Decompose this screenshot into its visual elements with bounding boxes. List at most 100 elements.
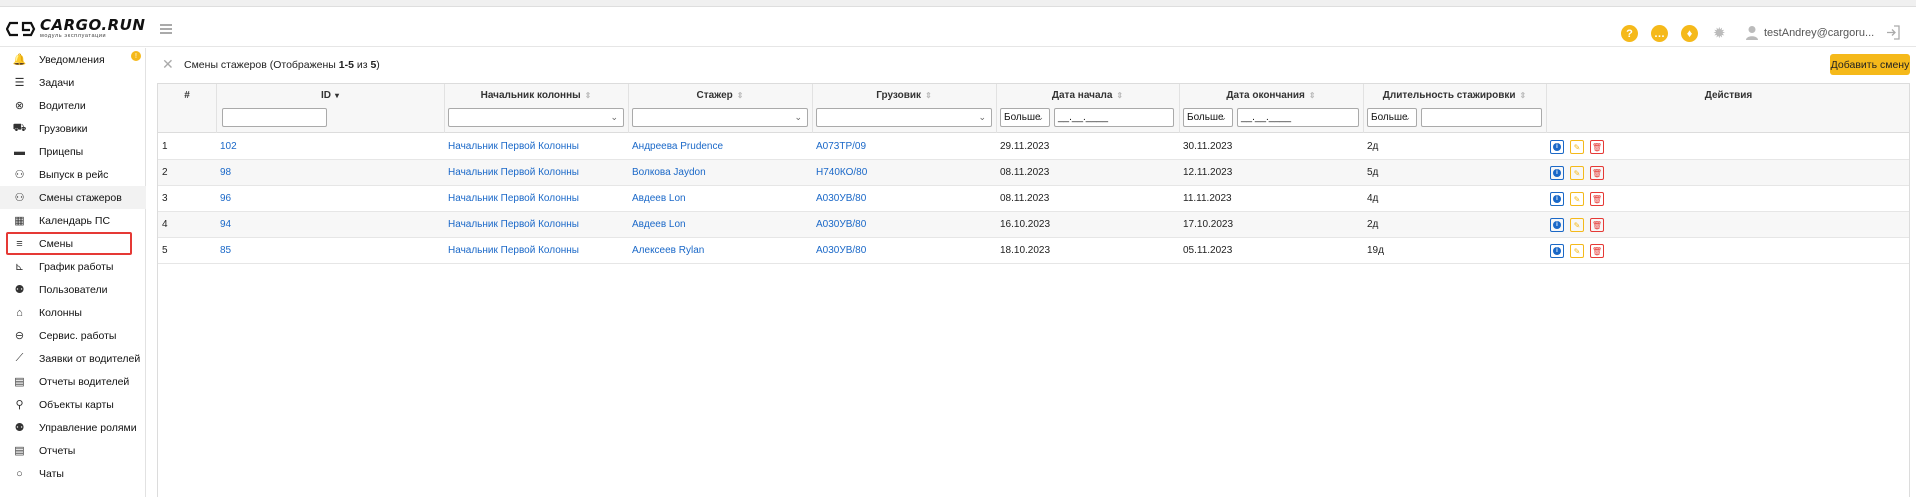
column-header[interactable]: ID ▾ [216, 90, 444, 101]
sort-desc-icon[interactable]: ▾ [335, 91, 339, 100]
sidebar-item-16[interactable]: ⚲ Объекты карты [0, 393, 146, 416]
cell-truck[interactable]: А030УВ/80 [816, 245, 866, 256]
cell-id[interactable]: 85 [220, 245, 231, 256]
cell-trainee[interactable]: Авдеев Lon [632, 219, 686, 230]
sidebar-item-6[interactable]: ⚇ Выпуск в рейс [0, 163, 146, 186]
cell-chief[interactable]: Начальник Первой Колонны [448, 167, 579, 178]
sidebar-item-19[interactable]: ○ Чаты [0, 462, 146, 485]
cell-trainee[interactable]: Алексеев Rylan [632, 245, 704, 256]
info-icon[interactable]: i [1550, 166, 1564, 180]
logo[interactable]: CARGO.RUN модуль эксплуатации [6, 18, 145, 40]
sidebar-item-13[interactable]: ⊖ Сервис. работы [0, 324, 146, 347]
menu-toggle-icon[interactable] [160, 24, 172, 34]
info-icon[interactable]: i [1550, 244, 1564, 258]
edit-icon[interactable]: ✎ [1570, 244, 1584, 258]
column-header[interactable]: Грузовик ⇕ [812, 90, 996, 101]
end-date-operator-select[interactable]: Больше ⌄ [1183, 108, 1233, 127]
cell-chief[interactable]: Начальник Первой Колонны [448, 141, 579, 152]
column-header[interactable]: Начальник колонны ⇕ [444, 90, 628, 101]
sidebar-item-11[interactable]: ⚉ Пользователи [0, 278, 146, 301]
id-filter-input[interactable] [222, 108, 327, 127]
trash-icon[interactable]: 🗑 [1590, 166, 1604, 180]
trainee-filter-select[interactable]: ⌄ [632, 108, 808, 127]
end-date-filter-input[interactable]: __.__.____ [1237, 108, 1359, 127]
sidebar-item-label: Чаты [39, 467, 64, 480]
roles-icon: ⚉ [14, 422, 25, 434]
truck-filter-select[interactable]: ⌄ [816, 108, 992, 127]
sidebar-item-8[interactable]: ▦ Календарь ПС [0, 209, 146, 232]
sidebar-item-14[interactable]: ⟋ Заявки от водителей [0, 347, 146, 370]
start-date-operator-select[interactable]: Больше ⌄ [1000, 108, 1050, 127]
sort-icon[interactable]: ⇕ [585, 91, 592, 100]
sidebar-item-2[interactable]: ☰ Задачи [0, 71, 146, 94]
duration-operator-select[interactable]: Больше ⌄ [1367, 108, 1417, 127]
sidebar-item-3[interactable]: ⊗ Водители [0, 94, 146, 117]
chat-icon[interactable]: … [1651, 25, 1668, 42]
trash-icon[interactable]: 🗑 [1590, 218, 1604, 232]
sidebar-item-9[interactable]: ≡ Смены [0, 232, 146, 255]
question-icon[interactable]: ? [1621, 25, 1638, 42]
sidebar-item-15[interactable]: ▤ Отчеты водителей [0, 370, 146, 393]
docs-icon: ▤ [14, 376, 25, 388]
gear-icon[interactable]: ✹ [1713, 25, 1726, 42]
sidebar-item-5[interactable]: ▬ Прицепы [0, 140, 146, 163]
column-header[interactable]: Стажер ⇕ [628, 90, 812, 101]
sidebar-item-17[interactable]: ⚉ Управление ролями [0, 416, 146, 439]
user-name[interactable]: testAndrey@cargoru... [1764, 27, 1874, 39]
info-icon[interactable]: i [1550, 192, 1564, 206]
chevron-down-icon: ⌄ [1403, 112, 1411, 122]
sidebar-item-label: Объекты карты [39, 398, 114, 411]
column-header[interactable]: Длительность стажировки ⇕ [1363, 90, 1546, 101]
sort-icon[interactable]: ⇕ [1520, 91, 1527, 100]
sidebar-item-1[interactable]: 🔔 Уведомления! [0, 48, 146, 71]
sidebar-item-18[interactable]: ▤ Отчеты [0, 439, 146, 462]
trash-icon[interactable]: 🗑 [1590, 140, 1604, 154]
trash-icon[interactable]: 🗑 [1590, 192, 1604, 206]
cell-id[interactable]: 94 [220, 219, 231, 230]
close-icon[interactable]: ✕ [162, 56, 174, 73]
cell-trainee[interactable]: Андреева Prudence [632, 141, 723, 152]
column-header[interactable]: Дата начала ⇕ [996, 90, 1179, 101]
sort-icon[interactable]: ⇕ [1309, 91, 1316, 100]
sidebar-item-4[interactable]: ⛟ Грузовики [0, 117, 146, 140]
chart-icon: ⊾ [14, 261, 25, 273]
column-header[interactable]: Дата окончания ⇕ [1179, 90, 1363, 101]
sort-icon[interactable]: ⇕ [1116, 91, 1123, 100]
cell-chief[interactable]: Начальник Первой Колонны [448, 219, 579, 230]
cell-chief[interactable]: Начальник Первой Колонны [448, 245, 579, 256]
info-icon[interactable]: i [1550, 140, 1564, 154]
cell-start: 08.11.2023 [1000, 193, 1050, 204]
cell-id[interactable]: 98 [220, 167, 231, 178]
cell-id[interactable]: 102 [220, 141, 237, 152]
edit-icon[interactable]: ✎ [1570, 140, 1584, 154]
sidebar-item-7[interactable]: ⚇ Смены стажеров [0, 186, 146, 209]
cell-truck[interactable]: Н740КО/80 [816, 167, 867, 178]
cell-trainee[interactable]: Авдеев Lon [632, 193, 686, 204]
sort-icon[interactable]: ⇕ [737, 91, 744, 100]
cell-id[interactable]: 96 [220, 193, 231, 204]
sidebar-item-10[interactable]: ⊾ График работы [0, 255, 146, 278]
cell-truck[interactable]: А030УВ/80 [816, 219, 866, 230]
cell-duration: 19д [1367, 245, 1384, 256]
cell-truck[interactable]: А030УВ/80 [816, 193, 866, 204]
cell-start: 08.11.2023 [1000, 167, 1050, 178]
fire-icon[interactable]: ♦ [1681, 25, 1698, 42]
sort-icon[interactable]: ⇕ [925, 91, 932, 100]
edit-icon[interactable]: ✎ [1570, 166, 1584, 180]
start-date-filter-input[interactable]: __.__.____ [1054, 108, 1174, 127]
chief-filter-select[interactable]: ⌄ [448, 108, 624, 127]
edit-icon[interactable]: ✎ [1570, 192, 1584, 206]
page-title: Смены стажеров (Отображены 1-5 из 5) [184, 59, 380, 71]
add-shift-button[interactable]: Добавить смену [1830, 54, 1910, 75]
cell-trainee[interactable]: Волкова Jaydon [632, 167, 706, 178]
logout-icon[interactable] [1886, 25, 1900, 40]
trash-icon[interactable]: 🗑 [1590, 244, 1604, 258]
cell-duration: 2д [1367, 219, 1379, 230]
sidebar-item-12[interactable]: ⌂ Колонны [0, 301, 146, 324]
duration-filter-input[interactable] [1421, 108, 1542, 127]
edit-icon[interactable]: ✎ [1570, 218, 1584, 232]
cell-chief[interactable]: Начальник Первой Колонны [448, 193, 579, 204]
logo-mark-icon [6, 21, 36, 36]
cell-truck[interactable]: А073ТР/09 [816, 141, 866, 152]
info-icon[interactable]: i [1550, 218, 1564, 232]
